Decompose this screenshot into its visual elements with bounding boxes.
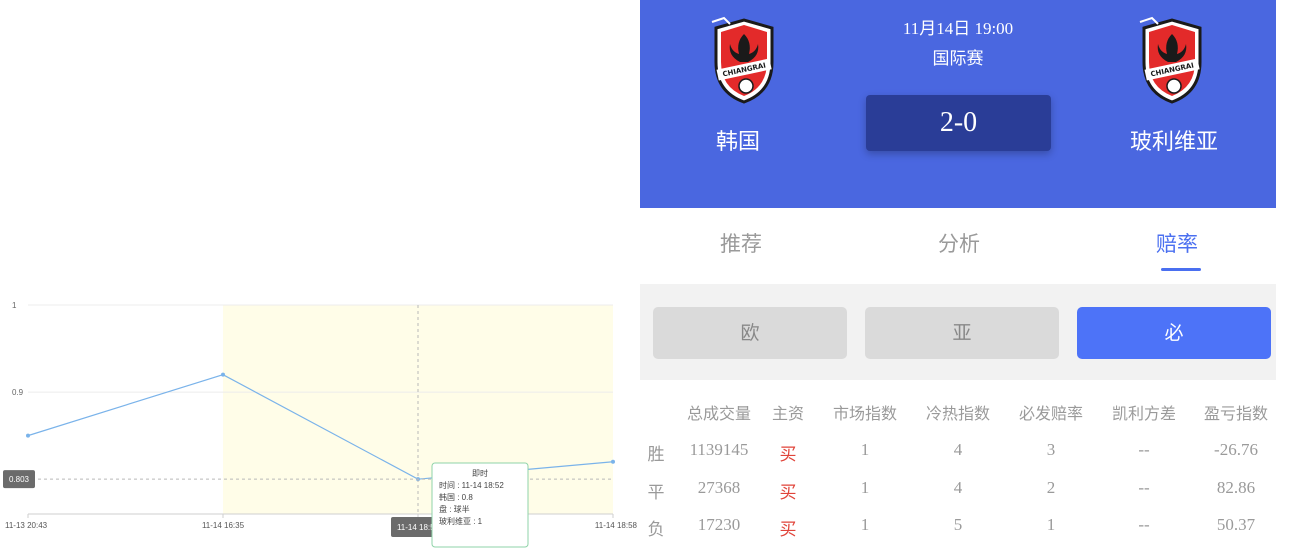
series-point[interactable] [221,372,225,377]
col-header: 盈亏指数 [1203,404,1268,423]
col-header: 冷热指数 [925,404,990,423]
tab-recommend[interactable]: 推荐 [720,228,762,258]
segment-betfair[interactable]: 必 [1077,307,1271,359]
series-point[interactable] [611,459,615,464]
table-cell: 50.37 [1216,515,1256,534]
tab-odds[interactable]: 赔率 [1156,228,1198,258]
odds-table-header: 总成交量 主资 市场指数 冷热指数 必发赔率 凯利方差 盈亏指数 [640,400,1276,430]
table-cell: 4 [953,440,963,459]
match-league: 国际赛 [932,49,984,69]
col-header: 凯利方差 [1111,404,1176,423]
tooltip-line: 时间 : 11-14 18:52 [439,480,504,490]
table-cell: 27368 [697,478,741,497]
y-tick-label: 1 [12,301,17,310]
table-cell: -26.76 [1214,440,1258,459]
table-cell: 1 [860,478,870,497]
row-label: 平 [647,483,665,503]
match-header: CHIANGRAI CHIANGRAI 11月14日 19:00 国际赛 2-0… [640,0,1276,208]
active-tab-indicator [1161,268,1201,271]
table-cell: -- [1138,478,1150,497]
col-header: 总成交量 [686,404,751,423]
row-label: 胜 [647,445,665,465]
buy-badge: 买 [779,445,797,465]
series-point[interactable] [26,433,30,438]
tooltip-line: 盘 : 球半 [439,504,470,514]
match-panel: CHIANGRAI CHIANGRAI 11月14日 19:00 国际赛 2-0… [640,0,1276,553]
tooltip-line: 玻利维亚 : 1 [439,516,483,526]
current-value-label: 0.803 [9,475,30,484]
tooltip-line: 韩国 : 0.8 [439,492,473,502]
home-team-name[interactable]: 韩国 [716,124,760,156]
table-cell: 3 [1046,440,1056,459]
buy-badge: 买 [779,483,797,503]
table-cell: 5 [953,515,963,534]
table-cell: 1 [860,515,870,534]
odds-line-chart[interactable]: 1 0.9 11-13 20:43 11-14 16:35 11-14 18:58 0.… [0,0,640,553]
col-header: 主资 [771,404,804,423]
table-cell: 1 [1046,515,1056,534]
table-row: 负 17230 买 1 5 1 -- 50.37 [640,515,1276,545]
table-cell: 1139145 [689,440,749,459]
table-cell: 1 [860,440,870,459]
segment-european[interactable]: 欧 [653,307,847,359]
away-team-name[interactable]: 玻利维亚 [1130,124,1218,156]
row-label: 负 [647,520,665,540]
tooltip-title: 即时 [472,468,488,478]
segment-asian[interactable]: 亚 [865,307,1059,359]
match-time: 11月14日 19:00 [902,19,1014,38]
x-tick-label: 11-14 18:58 [595,521,638,530]
x-tick-label: 11-13 20:43 [5,521,48,530]
table-cell: 4 [953,478,963,497]
match-score: 2-0 [866,95,1051,151]
table-row: 胜 1139145 买 1 4 3 -- -26.76 [640,440,1276,470]
col-header: 市场指数 [832,404,897,423]
detail-tabs: 推荐 分析 赔率 [640,208,1276,280]
x-tick-label: 11-14 16:35 [202,521,245,530]
tab-analysis[interactable]: 分析 [938,228,980,258]
table-cell: -- [1138,440,1150,459]
col-header: 必发赔率 [1018,404,1083,423]
table-cell: 2 [1046,478,1056,497]
y-tick-label: 0.9 [12,388,24,397]
table-cell: 82.86 [1216,478,1256,497]
table-cell: -- [1138,515,1150,534]
buy-badge: 买 [779,520,797,540]
odds-type-switcher: 欧 亚 必 [640,284,1276,380]
table-cell: 17230 [697,515,741,534]
table-row: 平 27368 买 1 4 2 -- 82.86 [640,478,1276,508]
